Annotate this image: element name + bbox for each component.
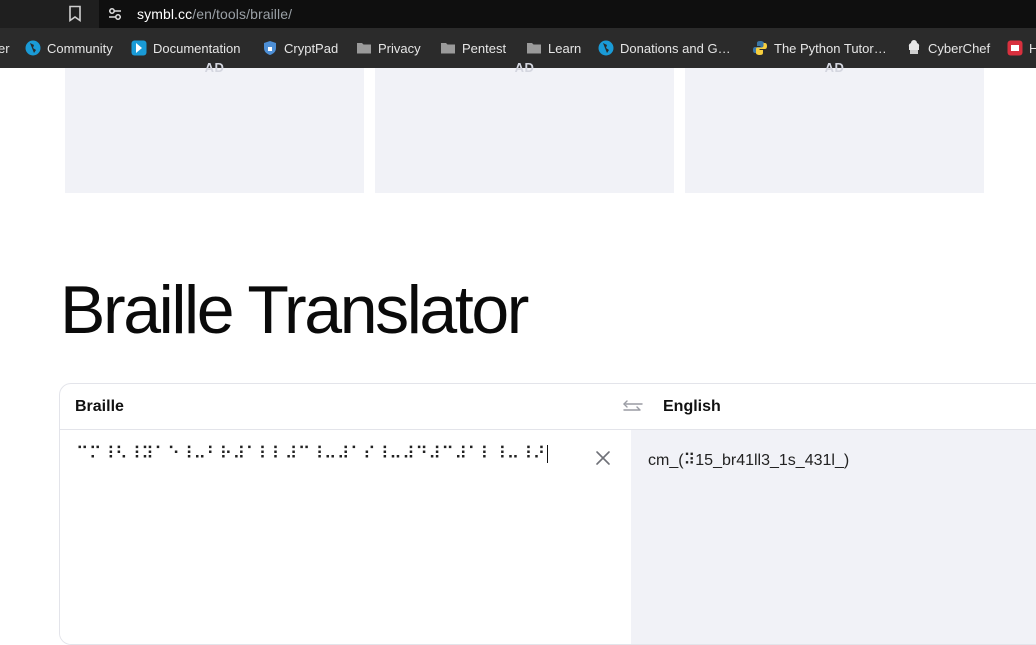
- ad-slot[interactable]: AD: [65, 60, 364, 193]
- ad-slot[interactable]: AD: [375, 60, 674, 193]
- url-text[interactable]: symbl.cc/en/tools/braille/: [137, 6, 292, 22]
- shield-icon: [264, 41, 276, 55]
- text-cursor: [546, 445, 548, 463]
- page-title: Braille Translator: [60, 272, 529, 348]
- ad-label: AD: [514, 60, 535, 75]
- folder-icon: [527, 43, 541, 54]
- ad-label: AD: [204, 60, 225, 75]
- bookmark-label: Privacy: [378, 40, 421, 56]
- braille-input-text[interactable]: ⠉⠍⠸⠣⠸⠽⠁⠑⠸⠤⠃⠗⠼⠁⠇⠇⠼⠉⠸⠤⠼⠁⠎⠸⠤⠼⠙⠼⠉⠼⠁⠇⠸⠤⠸⠜: [76, 444, 548, 464]
- python-icon: [753, 41, 767, 55]
- braille-input[interactable]: ⠉⠍⠸⠣⠸⠽⠁⠑⠸⠤⠃⠗⠼⠁⠇⠇⠼⠉⠸⠤⠼⠁⠎⠸⠤⠼⠙⠼⠉⠼⠁⠇⠸⠤⠸⠜: [60, 430, 631, 644]
- docs-icon: [131, 40, 147, 56]
- source-language-label: Braille: [75, 398, 124, 415]
- bookmark-label: er: [0, 40, 10, 56]
- bookmark-label: Donations and G…: [620, 40, 731, 56]
- globe-icon: [598, 40, 614, 56]
- translator-panel: Braille English ⠉⠍⠸⠣⠸⠽⠁⠑⠸⠤⠃⠗⠼⠁⠇⠇⠼⠉⠸⠤⠼⠁⠎⠸…: [59, 383, 1036, 645]
- site-info-icon[interactable]: [107, 6, 123, 22]
- bookmark-label: Community: [47, 40, 113, 56]
- translator-header: Braille English: [60, 384, 1036, 430]
- clear-icon[interactable]: [595, 450, 611, 466]
- browser-toolbar: symbl.cc/en/tools/braille/: [0, 0, 1036, 28]
- bookmark-label: Documentation: [153, 40, 241, 56]
- target-language-label: English: [663, 398, 721, 415]
- chef-icon: [908, 40, 920, 54]
- bookmark-label: The Python Tutor…: [774, 40, 887, 56]
- bookmark-label: CyberChef: [928, 40, 991, 56]
- braille-input-value: ⠉⠍⠸⠣⠸⠽⠁⠑⠸⠤⠃⠗⠼⠁⠇⠇⠼⠉⠸⠤⠼⠁⠎⠸⠤⠼⠙⠼⠉⠼⠁⠇⠸⠤⠸⠜: [76, 444, 546, 464]
- bookmark-label: H: [1029, 40, 1036, 56]
- address-bar[interactable]: symbl.cc/en/tools/braille/: [99, 0, 1036, 28]
- url-path: /en/tools/braille/: [192, 6, 293, 22]
- english-output[interactable]: cm_(⠽15_br41ll3_1s_431l_): [631, 430, 1036, 644]
- bookmark-partial-right[interactable]: H: [1007, 28, 1036, 68]
- swap-languages-icon[interactable]: [620, 396, 644, 418]
- bookmark-label: Learn: [548, 40, 582, 56]
- bookmark-label: Pentest: [462, 40, 507, 56]
- ad-slot[interactable]: AD: [685, 60, 984, 193]
- bookmark-label: CryptPad: [284, 40, 339, 56]
- url-host: symbl.cc: [137, 6, 193, 22]
- folder-icon: [357, 43, 371, 54]
- ad-label: AD: [824, 60, 845, 75]
- english-output-text: cm_(⠽15_br41ll3_1s_431l_): [648, 452, 850, 469]
- bookmark-page-icon[interactable]: [68, 5, 82, 22]
- bookmark-partial-left[interactable]: er: [0, 28, 10, 68]
- folder-icon: [441, 43, 455, 54]
- red-app-icon: [1007, 40, 1023, 56]
- globe-icon: [25, 40, 41, 56]
